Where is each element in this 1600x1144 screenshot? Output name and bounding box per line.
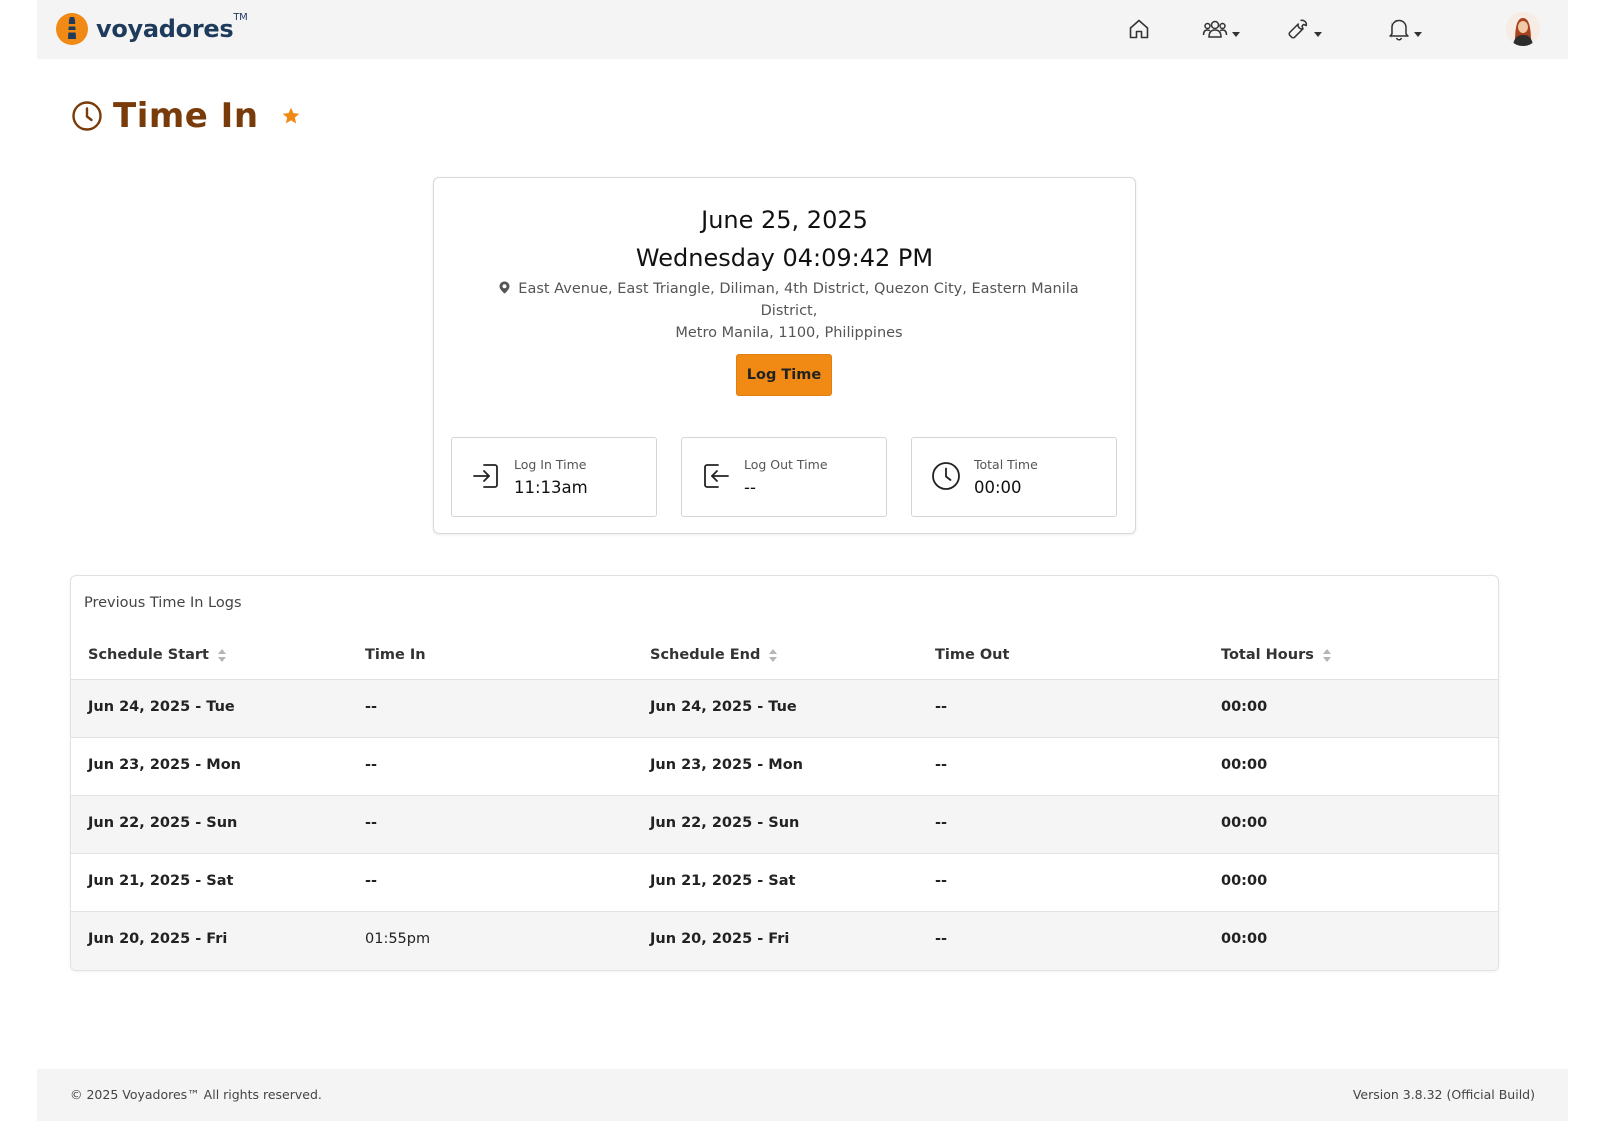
footer: © 2025 Voyadores™ All rights reserved. V… [37, 1069, 1568, 1121]
notifications-menu[interactable] [1388, 15, 1422, 43]
clock-icon [932, 462, 960, 490]
page-title: Time In [113, 96, 259, 136]
brand-logo[interactable]: voyadoresTM [55, 12, 248, 46]
tools-menu[interactable] [1286, 15, 1322, 43]
column-time-in: Time In [365, 647, 426, 663]
log-in-time-label: Log In Time [514, 457, 587, 472]
user-avatar[interactable] [1506, 12, 1540, 46]
users-icon [1202, 20, 1228, 38]
address-line-1: East Avenue, East Triangle, Diliman, 4th… [518, 281, 1079, 319]
cell-time-in: 01:55pm [365, 931, 431, 947]
table-row: Jun 22, 2025 - Sun -- Jun 22, 2025 - Sun… [71, 796, 1498, 854]
log-in-time-box: Log In Time 11:13am [451, 437, 657, 517]
cell-time-in: -- [365, 757, 378, 773]
favorite-star-icon[interactable] [281, 106, 301, 126]
cell-total-hours: 00:00 [1221, 699, 1268, 715]
users-menu[interactable] [1202, 15, 1240, 43]
cell-time-out: -- [935, 815, 948, 831]
table-header: Schedule Start Time In Schedule End Time… [71, 635, 1498, 680]
current-date: June 25, 2025 [701, 206, 868, 234]
cell-time-in: -- [365, 873, 378, 889]
cell-total-hours: 00:00 [1221, 757, 1268, 773]
avatar-image [1506, 12, 1540, 46]
chevron-down-icon [1414, 31, 1422, 37]
log-out-time-value: -- [744, 478, 756, 497]
cell-schedule-start: Jun 21, 2025 - Sat [88, 873, 234, 889]
cell-schedule-end: Jun 24, 2025 - Tue [650, 699, 797, 715]
column-schedule-start[interactable]: Schedule Start [88, 647, 226, 663]
version-text: Version 3.8.32 (Official Build) [1352, 1087, 1535, 1102]
cell-schedule-end: Jun 22, 2025 - Sun [650, 815, 800, 831]
cell-time-out: -- [935, 873, 948, 889]
cell-time-out: -- [935, 931, 948, 947]
log-out-time-box: Log Out Time -- [681, 437, 887, 517]
cell-schedule-start: Jun 22, 2025 - Sun [88, 815, 238, 831]
log-time-button[interactable]: Log Time [736, 354, 832, 396]
brand-name: voyadoresTM [96, 12, 248, 43]
location-pin-icon [499, 281, 510, 294]
column-time-out: Time Out [935, 647, 1010, 663]
clock-icon [72, 101, 102, 131]
log-in-time-value: 11:13am [514, 478, 588, 497]
address-line-2: Metro Manila, 1100, Philippines [675, 325, 903, 341]
cell-time-out: -- [935, 699, 948, 715]
cell-schedule-start: Jun 23, 2025 - Mon [88, 757, 242, 773]
location-address: East Avenue, East Triangle, Diliman, 4th… [474, 278, 1104, 344]
cell-schedule-start: Jun 24, 2025 - Tue [88, 699, 235, 715]
page-header: Time In [71, 96, 301, 136]
sort-icon[interactable] [1322, 648, 1331, 662]
sort-icon[interactable] [218, 648, 226, 662]
column-schedule-end[interactable]: Schedule End [650, 647, 778, 663]
total-time-box: Total Time 00:00 [911, 437, 1117, 517]
log-out-time-label: Log Out Time [744, 457, 828, 472]
total-time-label: Total Time [974, 457, 1038, 472]
cell-schedule-end: Jun 20, 2025 - Fri [650, 931, 790, 947]
home-icon [1129, 19, 1149, 39]
copyright-text: © 2025 Voyadores™ All rights reserved. [70, 1087, 322, 1102]
column-total-hours[interactable]: Total Hours [1221, 647, 1331, 663]
cell-time-in: -- [365, 699, 378, 715]
table-row: Jun 21, 2025 - Sat -- Jun 21, 2025 - Sat… [71, 854, 1498, 912]
home-button[interactable] [1127, 15, 1151, 43]
wrench-icon [1288, 19, 1308, 39]
cell-schedule-end: Jun 23, 2025 - Mon [650, 757, 804, 773]
logs-title: Previous Time In Logs [84, 595, 242, 611]
table-row: Jun 20, 2025 - Fri 01:55pm Jun 20, 2025 … [71, 912, 1498, 970]
table-row: Jun 24, 2025 - Tue -- Jun 24, 2025 - Tue… [71, 680, 1498, 738]
cell-total-hours: 00:00 [1221, 815, 1268, 831]
lighthouse-logo-icon [56, 13, 88, 45]
chevron-down-icon [1314, 31, 1322, 37]
previous-logs-panel: Previous Time In Logs Schedule Start Tim… [70, 575, 1499, 971]
bell-icon [1389, 19, 1409, 41]
cell-schedule-start: Jun 20, 2025 - Fri [88, 931, 228, 947]
total-time-value: 00:00 [974, 478, 1022, 497]
cell-total-hours: 00:00 [1221, 873, 1268, 889]
current-day-time: Wednesday 04:09:42 PM [635, 244, 934, 272]
cell-schedule-end: Jun 21, 2025 - Sat [650, 873, 796, 889]
top-navbar: voyadoresTM [37, 0, 1568, 59]
time-in-card: June 25, 2025 Wednesday 04:09:42 PM East… [433, 177, 1136, 534]
cell-total-hours: 00:00 [1221, 931, 1268, 947]
cell-time-out: -- [935, 757, 948, 773]
login-icon [473, 464, 498, 488]
cell-time-in: -- [365, 815, 378, 831]
table-row: Jun 23, 2025 - Mon -- Jun 23, 2025 - Mon… [71, 738, 1498, 796]
chevron-down-icon [1232, 31, 1240, 37]
sort-icon[interactable] [769, 648, 778, 662]
logout-icon [704, 464, 729, 488]
